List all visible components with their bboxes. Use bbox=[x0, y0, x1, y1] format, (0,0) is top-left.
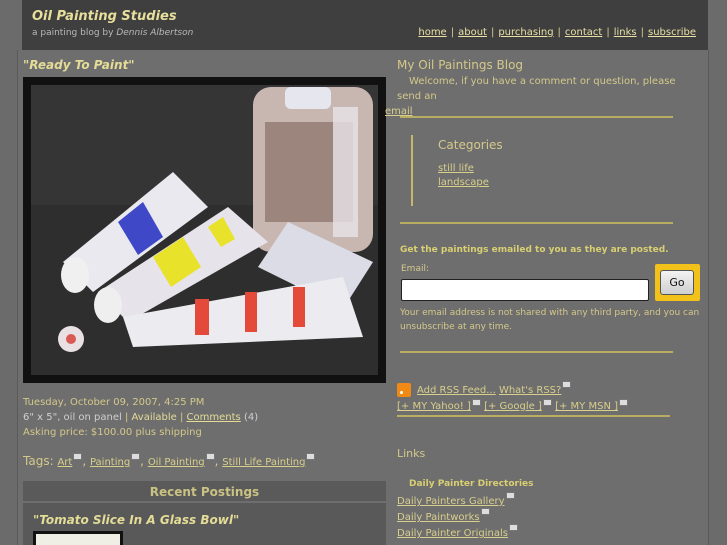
tag-oil-painting[interactable]: Oil Painting bbox=[148, 457, 205, 468]
comments-count: (4) bbox=[243, 412, 259, 423]
technorati-icon[interactable] bbox=[509, 524, 519, 531]
nav-separator: | bbox=[450, 27, 455, 38]
top-nav: home | about | purchasing | contact | links |… bbox=[418, 27, 696, 38]
nav-subscribe[interactable]: subscribe bbox=[648, 27, 696, 38]
tag-art[interactable]: Art bbox=[57, 457, 72, 468]
painting-image[interactable] bbox=[23, 77, 386, 383]
painting-artwork bbox=[31, 85, 378, 375]
link-daily-painter-originals[interactable]: Daily Painter Originals bbox=[397, 528, 508, 539]
welcome-text: Welcome, if you have a comment or questi… bbox=[385, 74, 687, 119]
email-privacy-note: Your email address is not shared with an… bbox=[400, 308, 700, 332]
add-rss-feed-link[interactable]: Add RSS Feed... bbox=[417, 385, 496, 396]
technorati-icon[interactable] bbox=[562, 381, 572, 388]
recent-post-title[interactable]: "Tomato Slice In A Glass Bowl" bbox=[33, 513, 239, 527]
nav-home[interactable]: home bbox=[418, 27, 446, 38]
email-subscribe-heading: Get the paintings emailed to you as they… bbox=[400, 245, 669, 255]
author-name: Dennis Albertson bbox=[116, 28, 194, 38]
welcome-message: Welcome, if you have a comment or questi… bbox=[397, 76, 676, 102]
google-link[interactable]: [+ Google ] bbox=[484, 401, 542, 412]
size-medium: 6" x 5", oil on panel bbox=[23, 412, 122, 423]
links-list: Daily Painters Gallery Daily Paintworks … bbox=[397, 492, 519, 542]
post-details: 6" x 5", oil on panel | Available | Comm… bbox=[23, 412, 259, 423]
post-title[interactable]: "Ready To Paint" bbox=[23, 58, 135, 72]
nav-separator: | bbox=[490, 27, 495, 38]
category-still-life[interactable]: still life bbox=[438, 163, 474, 174]
post-meta: Tuesday, October 09, 2007, 4:25 PM 6" x … bbox=[23, 395, 258, 440]
technorati-icon[interactable] bbox=[542, 399, 552, 406]
technorati-icon[interactable] bbox=[619, 399, 629, 406]
asking-price: Asking price: $100.00 plus shipping bbox=[23, 427, 202, 438]
email-label: Email: bbox=[401, 264, 430, 274]
category-landscape[interactable]: landscape bbox=[438, 177, 489, 188]
divider bbox=[400, 116, 673, 118]
divider bbox=[397, 415, 670, 417]
nav-contact[interactable]: contact bbox=[565, 27, 602, 38]
tag-painting[interactable]: Painting bbox=[90, 457, 130, 468]
post-date: Tuesday, October 09, 2007, 4:25 PM bbox=[23, 397, 205, 408]
feed-buttons: [+ MY Yahoo! ] [+ Google ] [+ MY MSN ] bbox=[397, 399, 629, 412]
nav-purchasing[interactable]: purchasing bbox=[498, 27, 553, 38]
links-title: Links bbox=[397, 447, 426, 460]
divider bbox=[400, 351, 673, 353]
comments-link[interactable]: Comments bbox=[187, 412, 241, 423]
post-tags: Tags: Art, Painting, Oil Painting, Still… bbox=[23, 453, 316, 468]
recent-postings: Recent Postings "Tomato Slice In A Glass… bbox=[23, 481, 386, 545]
availability: Available bbox=[131, 412, 177, 423]
technorati-icon[interactable] bbox=[205, 453, 215, 460]
links-subheading: Daily Painter Directories bbox=[409, 479, 534, 489]
recent-heading: Recent Postings bbox=[23, 481, 386, 503]
tags-label: Tags: bbox=[23, 454, 54, 468]
email-input[interactable] bbox=[401, 279, 649, 301]
nav-about[interactable]: about bbox=[458, 27, 487, 38]
technorati-icon[interactable] bbox=[73, 453, 83, 460]
my-msn-link[interactable]: [+ MY MSN ] bbox=[555, 401, 618, 412]
categories-title: Categories bbox=[438, 138, 503, 152]
subtitle-prefix: a painting blog by bbox=[32, 28, 117, 38]
nav-separator: | bbox=[640, 27, 644, 38]
technorati-icon[interactable] bbox=[471, 399, 481, 406]
categories-list: still life landscape bbox=[438, 162, 489, 190]
technorati-icon[interactable] bbox=[480, 508, 490, 515]
recent-post-thumbnail[interactable] bbox=[33, 531, 123, 545]
technorati-icon[interactable] bbox=[306, 453, 316, 460]
site-header: Oil Painting Studies a painting blog by … bbox=[22, 0, 708, 50]
technorati-icon[interactable] bbox=[505, 492, 515, 499]
my-yahoo-link[interactable]: [+ MY Yahoo! ] bbox=[397, 401, 471, 412]
technorati-icon[interactable] bbox=[131, 453, 141, 460]
divider bbox=[400, 222, 673, 224]
nav-separator: | bbox=[557, 27, 561, 38]
nav-links[interactable]: links bbox=[614, 27, 637, 38]
rss-row: Add RSS Feed... What's RSS? bbox=[397, 381, 572, 397]
link-daily-painters-gallery[interactable]: Daily Painters Gallery bbox=[397, 496, 505, 507]
nav-separator: | bbox=[606, 27, 610, 38]
site-title[interactable]: Oil Painting Studies bbox=[32, 9, 177, 24]
go-button-highlight: Go bbox=[655, 264, 700, 301]
tag-still-life-painting[interactable]: Still Life Painting bbox=[222, 457, 305, 468]
sidebar-title: My Oil Paintings Blog bbox=[397, 58, 524, 72]
whats-rss-link[interactable]: What's RSS? bbox=[499, 385, 561, 396]
link-daily-paintworks[interactable]: Daily Paintworks bbox=[397, 512, 480, 523]
categories-bar bbox=[411, 135, 416, 206]
site-subtitle: a painting blog by Dennis Albertson bbox=[32, 28, 193, 38]
rss-icon[interactable] bbox=[397, 383, 411, 397]
go-button[interactable]: Go bbox=[660, 270, 694, 295]
